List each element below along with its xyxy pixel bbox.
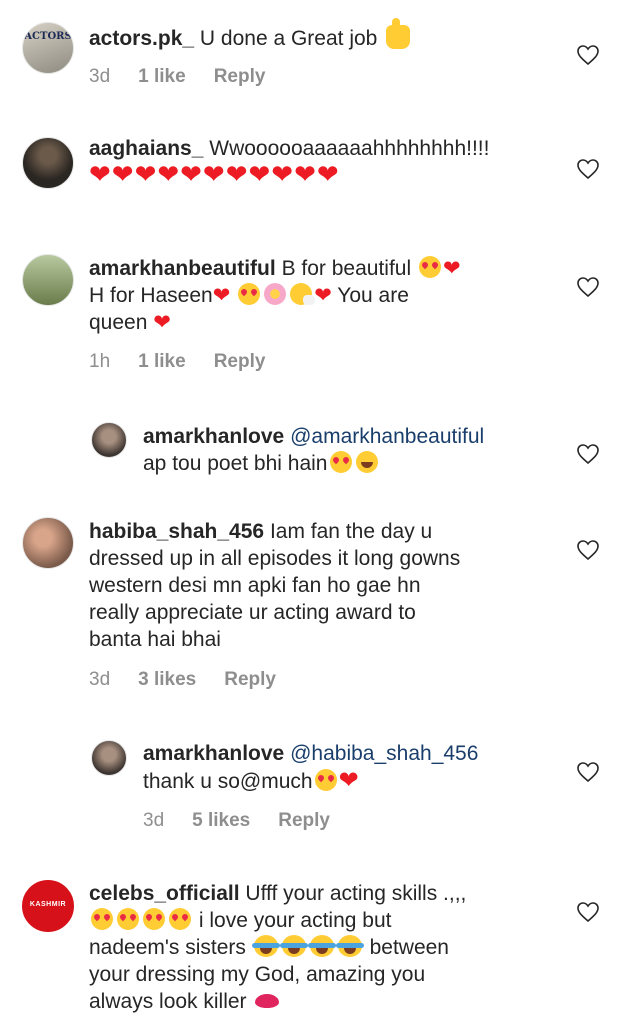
hearts-row: ❤❤❤❤❤❤❤❤❤❤❤ [89, 160, 340, 190]
comment-text: banta hai bhai [89, 628, 221, 651]
grinning-emoji [355, 451, 378, 473]
comment-text: nadeem's sisters [89, 936, 246, 959]
comment-body: amarkhanlove @amarkhanbeautiful ap tou p… [143, 423, 563, 477]
avatar[interactable]: ACTORS [22, 22, 74, 74]
comment-body: actors.pk_ U done a Great job [89, 18, 559, 52]
comment-username[interactable]: amarkhanlove [143, 425, 284, 448]
comment-text: B for beautiful [281, 257, 412, 280]
comment-text: really appreciate ur acting award to [89, 601, 416, 624]
comment-text: U done a Great job [199, 27, 378, 50]
heart-eyes-emoji [314, 769, 337, 791]
comment-text: i love your acting but [198, 909, 392, 932]
comment-meta: 3d 3 likes Reply [89, 669, 276, 691]
comment-username[interactable]: aaghaians_ [89, 137, 203, 160]
comment-text: thank u so@much [143, 770, 313, 793]
sneezing-emoji [290, 283, 316, 305]
comment-text: ap tou poet bhi hain [143, 452, 328, 475]
heart-eyes-emoji [117, 908, 139, 930]
comment-likes[interactable]: 1 like [138, 66, 186, 88]
comment-text: Iam fan the day u [269, 520, 433, 543]
tears-of-joy-emoji [335, 935, 364, 957]
comment-text: western desi mn apki fan ho gae hn [89, 574, 421, 597]
reply-button[interactable]: Reply [214, 351, 266, 373]
avatar[interactable]: KASHMIR [22, 880, 74, 932]
heart-eyes-emoji [419, 256, 441, 278]
avatar-label: ACTORS [24, 31, 72, 42]
comment-mention[interactable]: @amarkhanbeautiful [290, 425, 484, 448]
comment-body: aaghaians_ Wwoooooaaaaaahhhhhhhh!!!! [89, 135, 559, 162]
comment-text: between [369, 936, 449, 959]
heart-outline-icon[interactable] [576, 276, 600, 298]
comment-meta: 3d 5 likes Reply [143, 810, 330, 832]
avatar[interactable] [22, 517, 74, 569]
comment-text: Ufff your acting skills .,,, [245, 882, 467, 905]
comment-time: 3d [143, 810, 165, 831]
comment-username[interactable]: amarkhanlove [143, 742, 284, 765]
comment-body: celebs_officiall Ufff your acting skills… [89, 880, 569, 1015]
heart-outline-icon[interactable] [576, 44, 600, 66]
avatar[interactable] [22, 254, 74, 306]
comment-body: amarkhanlove @habiba_shah_456 thank u so… [143, 740, 563, 795]
comment-username[interactable]: celebs_officiall [89, 882, 240, 905]
heart-eyes-emoji [329, 451, 352, 473]
comment-text: Wwoooooaaaaaahhhhhhhh!!!! [209, 137, 490, 160]
comment-text: H for Haseen [89, 284, 213, 307]
comment-username[interactable]: actors.pk_ [89, 27, 194, 50]
heart-outline-icon[interactable] [576, 443, 600, 465]
red-heart-emoji: ❤ [212, 283, 231, 307]
heart-eyes-emoji [169, 908, 191, 930]
comment-time: 3d [89, 66, 111, 87]
red-heart-emoji: ❤ [443, 256, 461, 280]
avatar[interactable] [91, 422, 127, 458]
heart-outline-icon[interactable] [576, 539, 600, 561]
heart-eyes-emoji [238, 283, 261, 305]
comment-likes[interactable]: 5 likes [192, 810, 250, 832]
red-heart-emoji: ❤ [153, 310, 171, 334]
comment-body: habiba_shah_456 Iam fan the day u dresse… [89, 518, 569, 653]
comment-likes[interactable]: 1 like [138, 351, 186, 373]
comment-text: always look killer [89, 990, 247, 1013]
comment-text: your dressing my God, amazing you [89, 963, 426, 986]
blossom-emoji [264, 283, 287, 305]
tears-of-joy-emoji [251, 935, 280, 957]
reply-button[interactable]: Reply [214, 66, 266, 88]
tears-of-joy-emoji [307, 935, 336, 957]
comment-time: 3d [89, 669, 111, 690]
avatar-label: KASHMIR [29, 901, 67, 908]
heart-eyes-emoji [143, 908, 165, 930]
comment-username[interactable]: habiba_shah_456 [89, 520, 264, 543]
reply-button[interactable]: Reply [224, 669, 276, 691]
comment-time: 1h [89, 351, 111, 372]
comment-text: queen [89, 311, 148, 334]
comment-meta: 1h 1 like Reply [89, 351, 265, 373]
comment-mention[interactable]: @habiba_shah_456 [290, 742, 478, 765]
red-heart-emoji: ❤ [338, 766, 359, 794]
heart-eyes-emoji [91, 908, 113, 930]
heart-outline-icon[interactable] [576, 901, 600, 923]
kiss-mark-emoji [255, 994, 280, 1008]
avatar[interactable] [22, 137, 74, 189]
thumbs-up-emoji [386, 18, 411, 49]
comment-meta: 3d 1 like Reply [89, 66, 265, 88]
comment-username[interactable]: amarkhanbeautiful [89, 257, 276, 280]
heart-outline-icon[interactable] [576, 761, 600, 783]
comment-body: amarkhanbeautiful B for beautiful ❤ H fo… [89, 255, 559, 336]
tears-of-joy-emoji [279, 935, 308, 957]
red-heart-emoji: ❤ [314, 283, 332, 307]
comment-text: You are [337, 284, 409, 307]
avatar[interactable] [91, 740, 127, 776]
reply-button[interactable]: Reply [278, 810, 330, 832]
comment-text: dressed up in all episodes it long gowns [89, 547, 461, 570]
comment-likes[interactable]: 3 likes [138, 669, 196, 691]
heart-outline-icon[interactable] [576, 158, 600, 180]
